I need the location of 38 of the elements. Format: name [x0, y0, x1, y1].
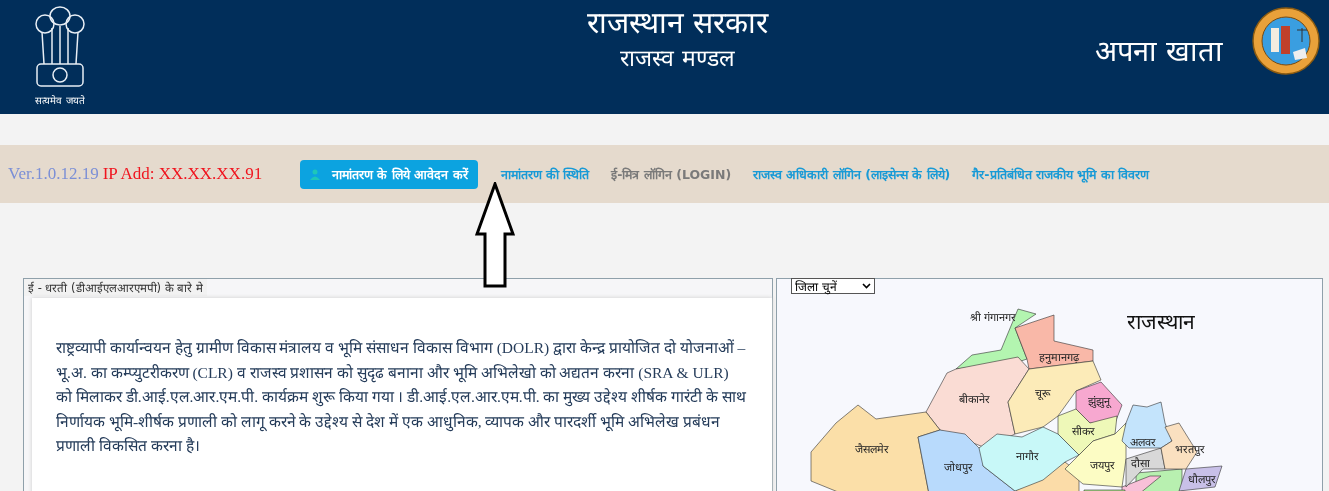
district-region[interactable] [1121, 401, 1173, 449]
district-name: झुंझुनू [1088, 395, 1110, 408]
district-name: अलवर [1130, 436, 1156, 449]
district-name: श्री गंगानगर [969, 311, 1017, 324]
nav-link[interactable]: गैर-प्रतिबंधित राजकीय भूमि का विवरण [972, 165, 1149, 183]
district-region[interactable] [1064, 422, 1127, 488]
nav-link[interactable]: नामांतरण की स्थिति [500, 165, 590, 183]
emblem-motto: सत्यमेव जयते [35, 94, 85, 107]
district-region[interactable] [1125, 447, 1166, 488]
district-name: नागौर [1015, 450, 1039, 463]
district-name: जयपुर [1089, 459, 1115, 472]
district-name: धौलपुर [1188, 473, 1216, 486]
district-name: दौसा [1130, 457, 1150, 470]
district-region[interactable] [917, 429, 1016, 491]
version-text: Ver.1.0.12.19 [8, 164, 99, 184]
district-name: जैसलमेर [855, 443, 889, 456]
district-region[interactable] [1014, 314, 1094, 370]
district-region[interactable] [1057, 408, 1118, 456]
district-name: चूरू [1035, 387, 1051, 400]
district-name: बीकानेर [958, 393, 990, 406]
user-icon [310, 168, 321, 180]
panel-title: ई - धरती (डीआईएलआरएमपी) के बारे मे [24, 279, 208, 296]
district-name: भरतपुर [1175, 443, 1205, 456]
nav-link[interactable]: ई-मित्र लॉगिन (LOGIN) [611, 165, 732, 183]
district-name: सीकर [1071, 425, 1095, 438]
header-subtitle: राजस्व मण्डल [620, 44, 735, 73]
district-name: हनुमानगढ़ [1039, 351, 1079, 364]
ip-address: IP Add: XX.XX.XX.91 [102, 164, 263, 184]
app-name: अपना खाता [1094, 33, 1223, 69]
header-title: राजस्थान सरकार [586, 4, 769, 42]
map-title: राजस्थान [1127, 310, 1195, 334]
caret-icon [862, 283, 871, 289]
about-paragraph: राष्ट्रव्यापी कार्यान्वयन हेतु ग्रामीण विकास मंत्रालय व भूमि संसाधन विकास विभाग (DOLR) द्वारा केन्द्र प्रायोजित दो योजनाओं – भू.अ. का कम्प्युटरीकरण (CLR) व राजस्व प्रशासन को सुदृढ बनाना और भूमि अभिलेखो को अद्यतन करना (SRA & ULR) को मिलाकर डी.आई.एल.आर.एम.पी. कार्यक्रम शुरू किया गया । डी.आई.एल.आर.एम.पी. का मुख्य उद्देश्य शीर्षक गारंटी के साथ निर्णायक भूमि-शीर्षक प्रणाली को लागू करने के उद्देश्य से देश में एक आधुनिक, व्यापक और पारदर्शी भूमि अभिलेख प्रबंधन प्रणाली विकसित करना है। [56, 338, 747, 456]
district-select[interactable]: जिला चुनें [791, 278, 875, 294]
district-region[interactable] [1178, 465, 1223, 491]
nav-link[interactable]: राजस्व अधिकारी लॉगिन (लाइसेन्स के लिये) [753, 165, 951, 183]
apply-button[interactable]: नामांतरण के लिये आवेदन करें [300, 159, 478, 189]
district-name: जोधपुर [943, 461, 973, 474]
